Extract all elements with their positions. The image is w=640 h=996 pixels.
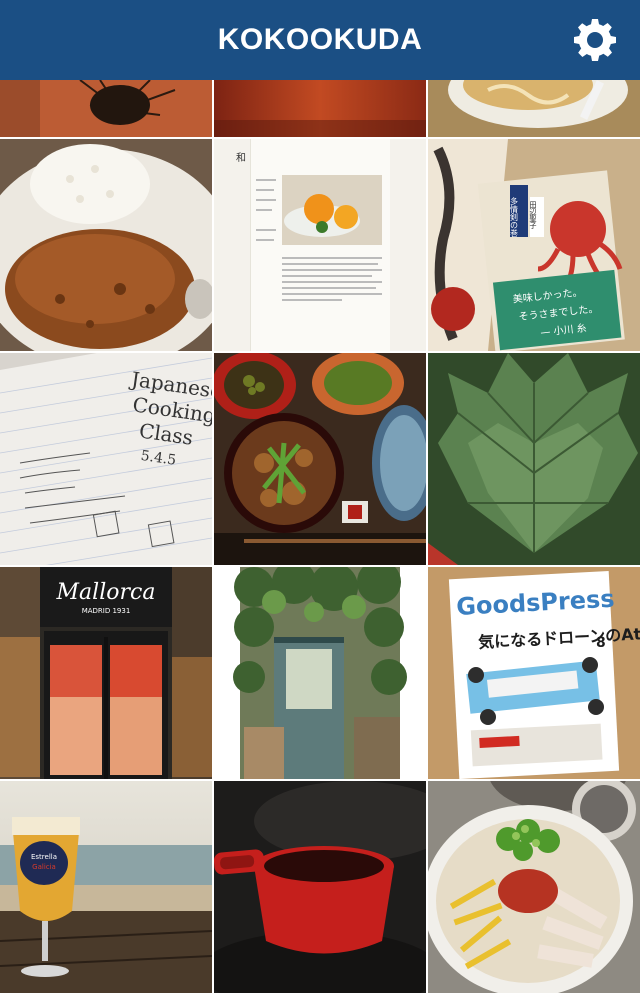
book-author: 田辺聖子 [529, 201, 537, 229]
photo-fig-leaf[interactable] [428, 353, 640, 565]
photo-noodle-plate[interactable] [428, 80, 640, 137]
photo-red-wood-table[interactable] [214, 80, 426, 137]
beer-brand-1: Estrella [31, 853, 57, 861]
photo-hiyashi-chuka[interactable] [428, 781, 640, 993]
photo-sea-urchin[interactable] [0, 80, 212, 137]
gear-icon [574, 19, 616, 61]
app-title: KOKOOKUDA [217, 23, 423, 56]
store-since: MADRID 1931 [82, 607, 131, 615]
photo-red-cup[interactable] [214, 781, 426, 993]
photo-beer-glass-beach[interactable]: Estrella Galicia [0, 781, 212, 993]
photo-japanese-book[interactable]: 多情剣の巻 田辺聖子 美味しかった。 そうさまでした。 — 小川 糸 [428, 139, 640, 351]
beer-brand-2: Galicia [32, 863, 56, 871]
photo-goodspress-magazine[interactable]: GoodsPress 8 気になるドローンのAtoZ [428, 567, 640, 779]
photo-gyudon-set[interactable] [214, 353, 426, 565]
photo-grid: 和 多情剣の巻 田辺聖子 美味しかった。 そうさまでした。 — 小川 糸 Jap… [0, 80, 640, 996]
photo-mallorca-storefront[interactable]: Mallorca MADRID 1931 [0, 567, 212, 779]
settings-button[interactable] [572, 16, 618, 62]
photo-curry-rice[interactable] [0, 139, 212, 351]
photo-website-screenshot[interactable]: 和 [214, 139, 426, 351]
store-name: Mallorca [56, 580, 156, 605]
svg-text:和: 和 [236, 152, 246, 164]
book-title: 多情剣の巻 [510, 196, 519, 237]
photo-cooking-class-notes[interactable]: Japanese Cooking Class 5.4.5 [0, 353, 212, 565]
photo-ivy-shop-door[interactable] [214, 567, 426, 779]
app-header: KOKOOKUDA [0, 0, 640, 80]
